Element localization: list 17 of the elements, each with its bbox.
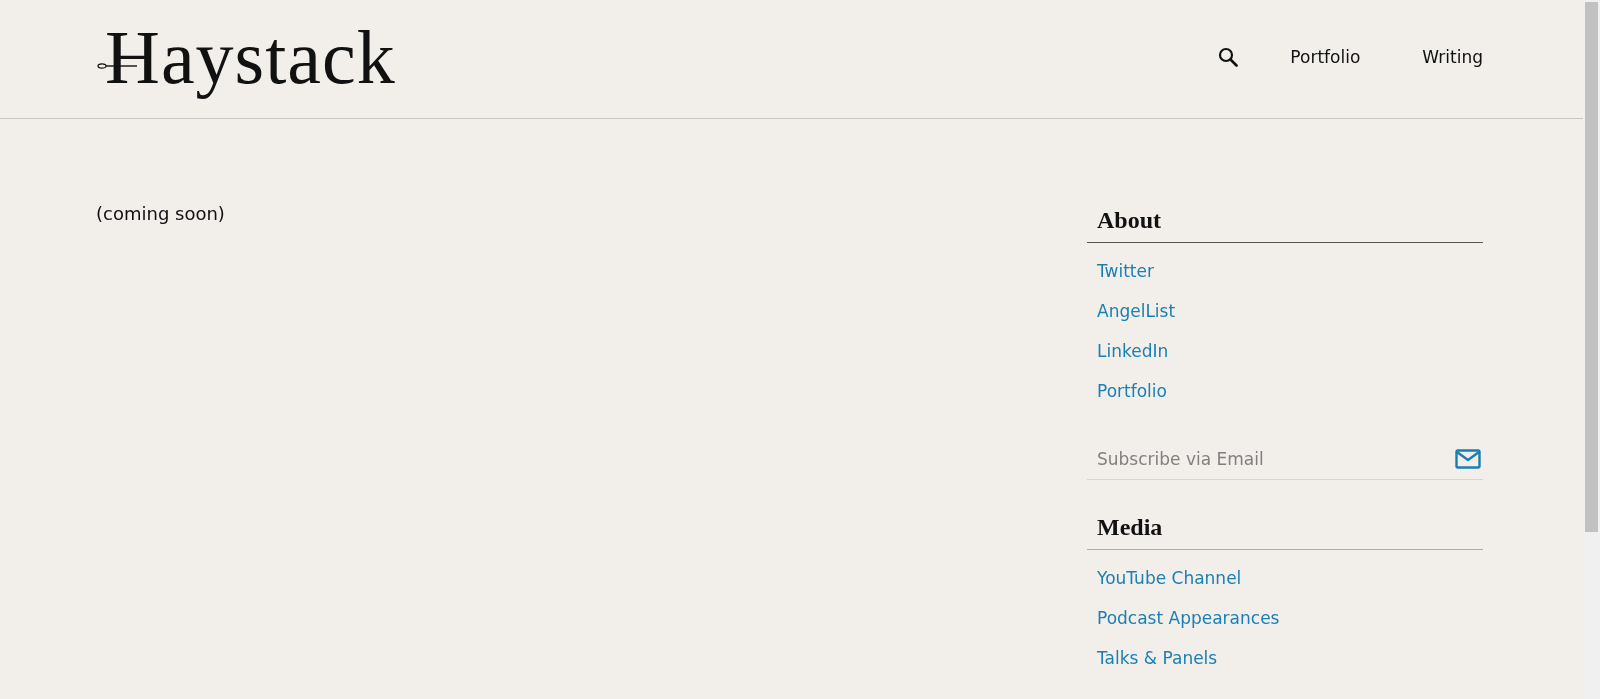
section-heading: About — [1087, 207, 1483, 243]
section-heading: Media — [1087, 514, 1483, 550]
nav-link[interactable]: Portfolio — [1290, 47, 1361, 67]
sidebar-link[interactable]: Twitter — [1087, 260, 1483, 283]
mail-icon[interactable] — [1455, 449, 1481, 469]
sidebar-link[interactable]: AngelList — [1087, 300, 1483, 323]
site-logo[interactable]: Haystack — [97, 16, 396, 100]
placeholder-text: (coming soon) — [96, 203, 225, 226]
nav-link[interactable]: Writing — [1422, 47, 1483, 67]
sidebar-link[interactable]: Podcast Appearances — [1087, 607, 1483, 630]
email-field[interactable]: Subscribe via Email — [1097, 449, 1455, 469]
sidebar-link[interactable]: Portfolio — [1087, 380, 1483, 403]
sidebar-link[interactable]: Talks & Panels — [1087, 647, 1483, 670]
scrollbar[interactable] — [1583, 0, 1600, 699]
search-icon[interactable] — [1218, 47, 1239, 67]
sidebar-link[interactable]: LinkedIn — [1087, 340, 1483, 363]
sidebar-link[interactable]: YouTube Channel — [1087, 567, 1483, 590]
